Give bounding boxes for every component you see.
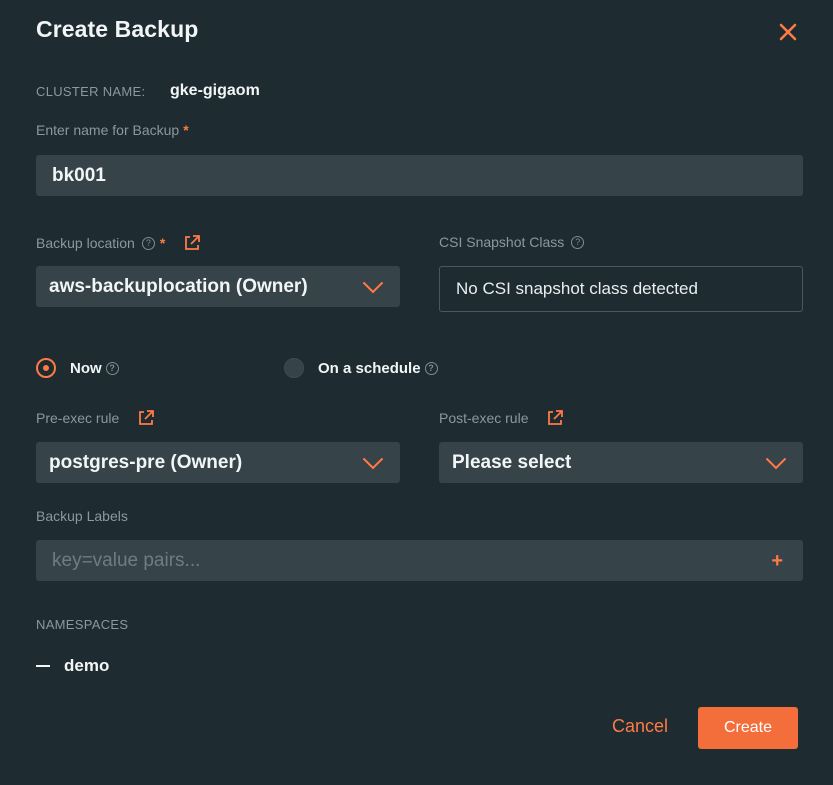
minus-icon bbox=[36, 665, 50, 667]
help-icon[interactable]: ? bbox=[141, 236, 155, 250]
backup-location-label-text: Backup location bbox=[36, 235, 135, 251]
namespace-item[interactable]: demo bbox=[36, 656, 109, 676]
pre-exec-value: postgres-pre (Owner) bbox=[49, 451, 243, 473]
help-icon[interactable]: ? bbox=[571, 235, 585, 249]
backup-labels-label-text: Backup Labels bbox=[36, 508, 128, 524]
cluster-name-value: gke-gigaom bbox=[170, 82, 260, 99]
add-label-icon[interactable]: + bbox=[771, 550, 783, 573]
external-link-icon[interactable] bbox=[137, 409, 155, 427]
help-icon[interactable]: ? bbox=[424, 361, 438, 375]
cancel-button[interactable]: Cancel bbox=[612, 716, 668, 737]
close-icon[interactable] bbox=[776, 20, 800, 44]
csi-snapshot-label-text: CSI Snapshot Class bbox=[439, 234, 565, 250]
pre-exec-label-text: Pre-exec rule bbox=[36, 410, 120, 426]
backup-labels-label: Backup Labels bbox=[36, 508, 128, 524]
pre-exec-select[interactable]: postgres-pre (Owner) bbox=[36, 442, 400, 483]
create-button[interactable]: Create bbox=[698, 707, 798, 749]
post-exec-select[interactable]: Please select bbox=[439, 442, 803, 483]
backup-name-input[interactable]: bk001 bbox=[36, 155, 803, 196]
external-link-icon[interactable] bbox=[183, 234, 201, 252]
radio-on-schedule[interactable]: On a schedule ? bbox=[284, 358, 438, 378]
chevron-down-icon bbox=[363, 281, 383, 293]
namespace-item-label: demo bbox=[64, 656, 110, 675]
radio-now[interactable]: Now ? bbox=[36, 358, 119, 378]
backup-name-label-text: Enter name for Backup bbox=[36, 122, 180, 138]
dialog-title: Create Backup bbox=[36, 16, 199, 42]
backup-location-value: aws-backuplocation (Owner) bbox=[49, 275, 308, 297]
csi-snapshot-field: No CSI snapshot class detected bbox=[439, 266, 803, 312]
chevron-down-icon bbox=[363, 457, 383, 469]
cluster-name-label: CLUSTER NAME: bbox=[36, 84, 146, 99]
radio-schedule-unselected-icon bbox=[284, 358, 304, 378]
backup-location-label: Backup location ? * bbox=[36, 234, 201, 252]
backup-name-value: bk001 bbox=[52, 164, 106, 186]
create-backup-dialog: Create Backup CLUSTER NAME: gke-gigaom E… bbox=[0, 0, 833, 785]
backup-labels-input[interactable]: key=value pairs... + bbox=[36, 540, 803, 581]
radio-schedule-label: On a schedule bbox=[318, 359, 421, 377]
radio-now-label: Now bbox=[70, 359, 102, 377]
chevron-down-icon bbox=[766, 457, 786, 469]
post-exec-value: Please select bbox=[452, 451, 572, 473]
backup-labels-placeholder: key=value pairs... bbox=[52, 549, 201, 571]
required-mark: * bbox=[159, 235, 166, 251]
pre-exec-label: Pre-exec rule bbox=[36, 409, 155, 427]
backup-name-label: Enter name for Backup * bbox=[36, 122, 189, 138]
backup-location-select[interactable]: aws-backuplocation (Owner) bbox=[36, 266, 400, 307]
post-exec-label-text: Post-exec rule bbox=[439, 410, 529, 426]
required-mark: * bbox=[183, 122, 189, 138]
csi-snapshot-value: No CSI snapshot class detected bbox=[456, 279, 698, 298]
namespaces-label: NAMESPACES bbox=[36, 617, 129, 632]
external-link-icon[interactable] bbox=[546, 409, 564, 427]
post-exec-label: Post-exec rule bbox=[439, 409, 564, 427]
radio-now-selected-icon bbox=[36, 358, 56, 378]
help-icon[interactable]: ? bbox=[105, 361, 119, 375]
csi-snapshot-label: CSI Snapshot Class ? bbox=[439, 234, 585, 250]
